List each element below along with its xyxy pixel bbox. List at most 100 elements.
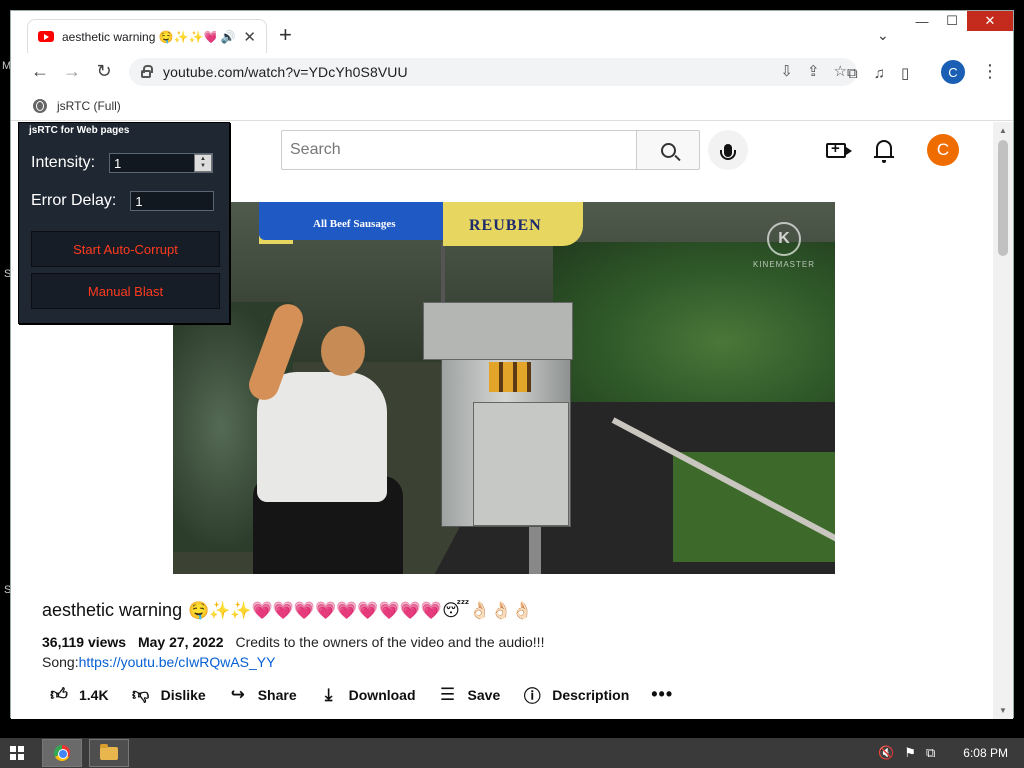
start-auto-corrupt-button[interactable]: Start Auto-Corrupt <box>31 231 220 267</box>
thumbs-up-icon: 👍︎ <box>50 685 68 704</box>
globe-icon <box>33 98 47 113</box>
umbrella-left-text: All Beef Sausages <box>313 218 396 230</box>
video-title-text: aesthetic warning <box>42 600 183 620</box>
search-button[interactable] <box>636 130 700 170</box>
watermark-text: KINEMASTER <box>753 260 816 269</box>
minimize-button[interactable]: — <box>907 11 937 31</box>
taskbar-chrome[interactable] <box>42 739 82 767</box>
system-tray: 🔇 ⚑ ⧉ 6:08 PM <box>878 745 1008 761</box>
description-button[interactable]: ⓘ Description <box>522 685 630 707</box>
tab-search-chevron-icon[interactable]: ⌄ <box>877 27 889 44</box>
side-panel-icon[interactable]: ▯ <box>901 64 909 82</box>
forward-arrow-icon[interactable]: → <box>61 61 83 82</box>
download-button[interactable]: ⤓ Download <box>319 685 416 705</box>
share-button[interactable]: ↪ Share <box>228 685 297 705</box>
cart-post <box>529 527 541 574</box>
manual-blast-button[interactable]: Manual Blast <box>31 273 220 309</box>
like-button[interactable]: 👍︎ 1.4K <box>49 685 109 705</box>
account-avatar[interactable]: C <box>927 134 959 166</box>
intensity-spinner[interactable]: ▲ ▼ <box>194 154 213 172</box>
microphone-icon <box>720 143 736 160</box>
browser-profile-avatar[interactable]: C <box>941 60 965 84</box>
voice-search-button[interactable] <box>708 130 748 170</box>
umbrella-right-text: REUBEN <box>469 217 542 234</box>
cart-bottles <box>489 362 531 392</box>
bookmark-jsrtc[interactable]: jsRTC (Full) <box>57 99 121 113</box>
song-line: Song:https://youtu.be/cIwRQwAS_YY <box>42 654 275 670</box>
install-app-icon[interactable]: ⇩ <box>780 62 793 80</box>
browser-menu-icon[interactable]: ⋮ <box>981 61 999 82</box>
download-label: Download <box>348 686 416 703</box>
flag-alert-icon[interactable]: ⚑ <box>904 745 916 761</box>
omnibox-actions: ⇩ ⇪ ☆ <box>780 62 847 80</box>
scroll-up-icon[interactable]: ▲ <box>999 126 1007 135</box>
lock-icon[interactable] <box>141 65 153 78</box>
taskbar: 🔇 ⚑ ⧉ 6:08 PM <box>0 738 1024 768</box>
video-player[interactable]: All Beef Sausages REUBEN K KINEMASTER <box>173 202 835 574</box>
description-text: Credits to the owners of the video and t… <box>235 634 545 650</box>
spin-up-icon[interactable]: ▲ <box>200 156 206 163</box>
share-page-icon[interactable]: ⇪ <box>807 62 820 80</box>
reload-icon[interactable]: ↻ <box>93 61 115 82</box>
song-link[interactable]: https://youtu.be/cIwRQwAS_YY <box>79 654 276 670</box>
download-icon: ⤓ <box>324 684 333 704</box>
video-meta: 36,119 views May 27, 2022 Credits to the… <box>42 634 544 650</box>
error-delay-input[interactable] <box>130 191 215 211</box>
maximize-button[interactable]: ☐ <box>937 11 967 31</box>
thumbs-down-icon: 👎︎ <box>131 685 150 704</box>
search-icon <box>660 142 676 158</box>
taskbar-file-explorer[interactable] <box>89 739 129 767</box>
media-control-icon[interactable]: ♫ <box>874 65 885 82</box>
video-title: aesthetic warning 🤤✨✨💗💗💗💗💗💗💗💗💗😴👌🏻👌🏻👌🏻 <box>42 600 533 621</box>
window-controls: — ☐ ✕ <box>907 11 1013 33</box>
browser-window: aesthetic warning 🤤✨✨💗💗 🔊 ✕ + ⌄ — ☐ ✕ ← … <box>10 10 1014 719</box>
dislike-button[interactable]: 👎︎ Dislike <box>131 685 206 705</box>
more-actions-button[interactable]: ••• <box>651 684 673 705</box>
spin-down-icon[interactable]: ▼ <box>200 163 206 170</box>
volume-muted-icon[interactable]: 🔇 <box>878 745 894 761</box>
scroll-down-icon[interactable]: ▼ <box>999 706 1007 715</box>
jsrtc-panel: jsRTC for Web pages Intensity: ▲▼ Error … <box>18 122 230 324</box>
upload-date: May 27, 2022 <box>137 634 224 650</box>
clock[interactable]: 6:08 PM <box>963 746 1008 760</box>
notifications-bell-icon[interactable] <box>874 140 894 163</box>
extensions-puzzle-icon[interactable]: ⧉ <box>847 65 858 82</box>
share-label: Share <box>257 686 297 703</box>
youtube-favicon-icon <box>38 31 54 42</box>
back-arrow-icon[interactable]: ← <box>29 61 51 82</box>
cart-bin <box>473 402 569 526</box>
intensity-label: Intensity: <box>31 154 96 171</box>
close-window-button[interactable]: ✕ <box>967 11 1013 31</box>
dislike-label: Dislike <box>160 686 206 703</box>
search-box[interactable] <box>281 130 637 170</box>
address-bar[interactable]: youtube.com/watch?v=YDcYh0S8VUU ⇩ ⇪ ☆ <box>129 58 857 86</box>
extension-icons: ⧉ ♫ ▯ <box>847 64 909 83</box>
chrome-icon <box>54 745 70 761</box>
close-tab-icon[interactable]: ✕ <box>243 28 256 46</box>
view-count: 36,119 views <box>42 634 127 650</box>
windows-start-icon[interactable] <box>10 746 24 760</box>
new-tab-button[interactable]: + <box>279 24 292 46</box>
url-text[interactable]: youtube.com/watch?v=YDcYh0S8VUU <box>163 64 408 80</box>
kinemaster-logo-icon: K <box>767 222 801 256</box>
scroll-thumb[interactable] <box>998 140 1008 256</box>
bookmarks-bar: jsRTC (Full) <box>11 91 1013 121</box>
bookmark-star-icon[interactable]: ☆ <box>834 62 847 80</box>
error-delay-label: Error Delay: <box>31 192 117 209</box>
cart-top <box>423 302 573 360</box>
network-icon[interactable]: ⧉ <box>926 745 935 761</box>
title-bar: aesthetic warning 🤤✨✨💗💗 🔊 ✕ + ⌄ — ☐ ✕ <box>11 11 1013 53</box>
save-button[interactable]: ☰ Save <box>438 684 501 705</box>
playlist-add-icon: ☰ <box>439 684 456 704</box>
save-label: Save <box>467 686 501 703</box>
tab-title: aesthetic warning 🤤✨✨💗💗 <box>62 29 217 44</box>
like-count: 1.4K <box>79 686 109 703</box>
search-input[interactable] <box>290 141 636 159</box>
create-video-icon[interactable] <box>826 140 852 158</box>
browser-tab[interactable]: aesthetic warning 🤤✨✨💗💗 🔊 ✕ <box>27 19 267 53</box>
error-delay-row: Error Delay: <box>31 191 215 211</box>
info-icon: ⓘ <box>523 687 541 706</box>
page-scrollbar[interactable]: ▲ ▼ <box>993 122 1013 719</box>
person-head <box>321 326 365 376</box>
speaker-icon[interactable]: 🔊 <box>220 30 235 44</box>
